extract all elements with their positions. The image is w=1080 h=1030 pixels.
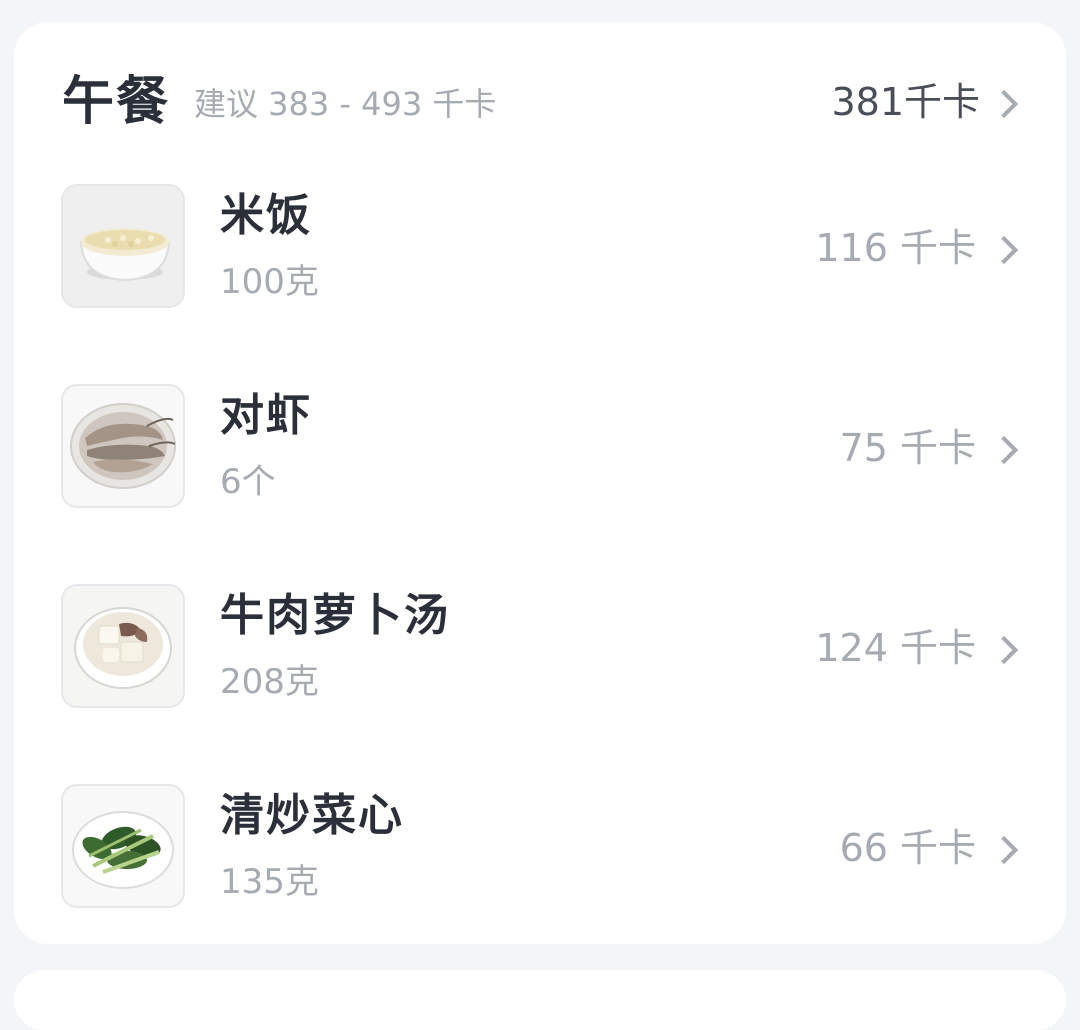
calorie-suggestion: 建议 383 - 493 千卡	[194, 85, 497, 123]
stir-fried-greens-image	[61, 784, 185, 908]
food-amount: 6个	[220, 462, 276, 502]
meal-total-calories: 381千卡	[831, 80, 980, 124]
food-amount: 135克	[220, 862, 319, 902]
food-item-stir-fried-greens[interactable]: 清炒菜心 135克 66 千卡	[14, 784, 1066, 984]
chevron-right-icon[interactable]	[989, 89, 1019, 119]
food-item-rice[interactable]: 米饭 100克 116 千卡	[14, 184, 1066, 384]
food-amount: 100克	[220, 262, 319, 302]
food-calories: 124 千卡	[815, 626, 976, 670]
food-name: 清炒菜心	[220, 790, 404, 841]
food-calories: 66 千卡	[839, 826, 976, 870]
chevron-right-icon[interactable]	[989, 235, 1019, 265]
food-calories: 75 千卡	[839, 426, 976, 470]
shrimp-plate-image	[61, 384, 185, 508]
next-meal-card	[14, 970, 1066, 1030]
meal-header[interactable]: 午餐 建议 383 - 493 千卡 381千卡	[14, 22, 1066, 182]
food-item-beef-radish-soup[interactable]: 牛肉萝卜汤 208克 124 千卡	[14, 584, 1066, 784]
meal-title: 午餐	[62, 72, 171, 132]
food-calories: 116 千卡	[815, 226, 976, 270]
food-name: 对虾	[220, 390, 312, 441]
chevron-right-icon[interactable]	[989, 835, 1019, 865]
food-name: 牛肉萝卜汤	[220, 590, 450, 641]
food-name: 米饭	[220, 190, 312, 241]
food-amount: 208克	[220, 662, 319, 702]
chevron-right-icon[interactable]	[989, 635, 1019, 665]
chevron-right-icon[interactable]	[989, 435, 1019, 465]
beef-radish-soup-image	[61, 584, 185, 708]
rice-bowl-image	[61, 184, 185, 308]
food-item-shrimp[interactable]: 对虾 6个 75 千卡	[14, 384, 1066, 584]
lunch-card: 午餐 建议 383 - 493 千卡 381千卡 米饭 100克 116 千卡	[14, 22, 1066, 944]
